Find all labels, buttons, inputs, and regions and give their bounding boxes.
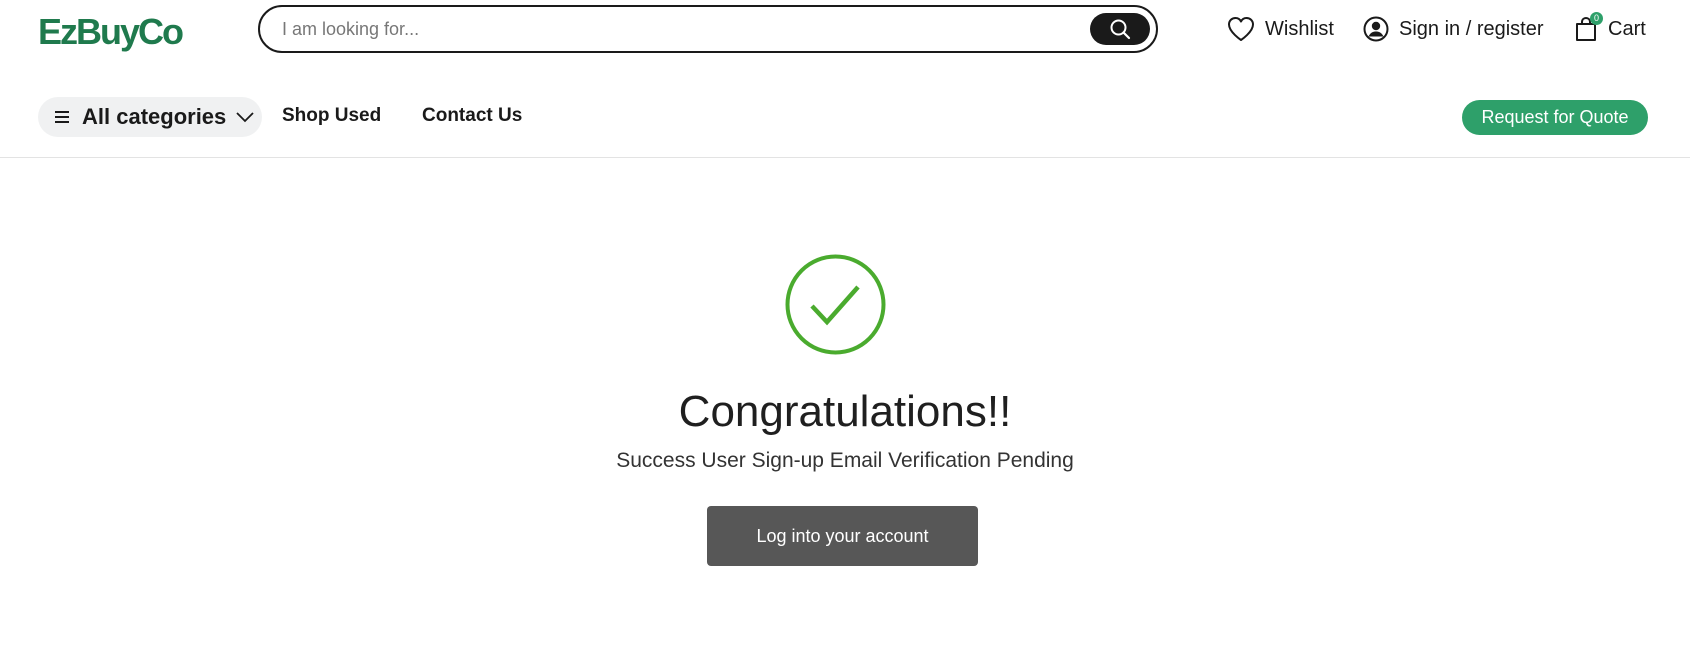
- search-icon: [1110, 19, 1131, 40]
- cart-link[interactable]: 0 Cart: [1574, 12, 1646, 44]
- check-circle-icon: [785, 254, 886, 355]
- signin-label: Sign in / register: [1399, 17, 1544, 40]
- all-categories-button[interactable]: All categories: [38, 97, 262, 137]
- heart-icon: [1227, 16, 1255, 42]
- cart-label: Cart: [1608, 17, 1646, 40]
- user-circle-icon: [1363, 16, 1389, 42]
- wishlist-link[interactable]: Wishlist: [1227, 14, 1334, 44]
- search-input[interactable]: [280, 15, 1060, 43]
- wishlist-label: Wishlist: [1265, 17, 1334, 40]
- nav-bar: All categories Shop Used Contact Us Requ…: [0, 88, 1690, 158]
- login-button[interactable]: Log into your account: [707, 506, 978, 566]
- chevron-down-icon: [236, 112, 254, 123]
- nav-link-shop-used[interactable]: Shop Used: [282, 105, 381, 127]
- status-message: Success User Sign-up Email Verification …: [616, 449, 1074, 472]
- search-button[interactable]: [1090, 13, 1150, 45]
- search-bar: [258, 5, 1158, 53]
- page-title: Congratulations!!: [678, 387, 1012, 436]
- cart-count-badge: 0: [1590, 12, 1603, 25]
- hamburger-icon: [55, 111, 69, 123]
- logo[interactable]: EzBuyCo: [38, 10, 184, 54]
- header: EzBuyCo Wishlist Sign in / register: [0, 0, 1690, 60]
- all-categories-label: All categories: [82, 104, 227, 129]
- request-quote-button[interactable]: Request for Quote: [1462, 100, 1648, 135]
- shopping-bag-icon: 0: [1574, 12, 1603, 42]
- nav-link-contact-us[interactable]: Contact Us: [422, 105, 522, 127]
- signin-link[interactable]: Sign in / register: [1363, 14, 1544, 44]
